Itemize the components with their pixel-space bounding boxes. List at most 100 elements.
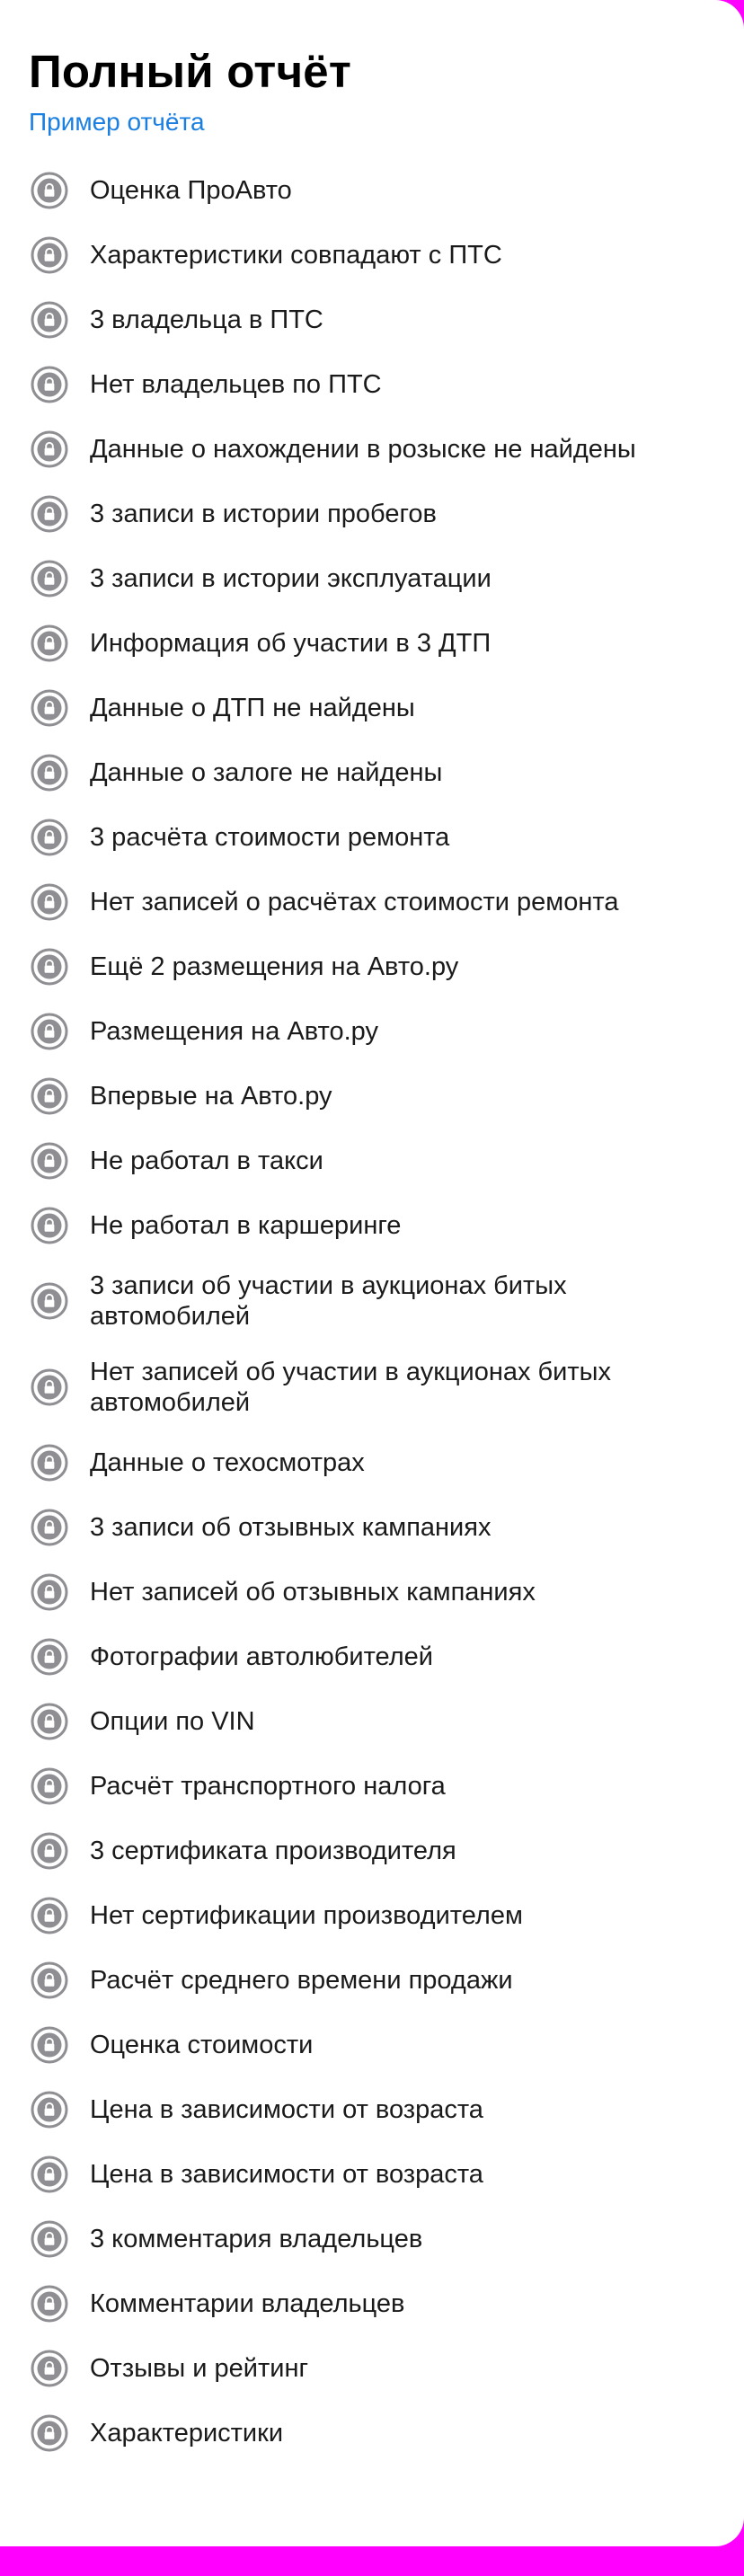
lock-icon	[31, 689, 68, 727]
feature-item: 3 записи в истории эксплуатации	[29, 546, 715, 611]
lock-icon	[31, 1832, 68, 1870]
lock-icon	[31, 301, 68, 339]
page-title: Полный отчёт	[29, 46, 352, 97]
feature-item: Нет сертификации производителем	[29, 1883, 715, 1948]
feature-label: Данные о нахождении в розыске не найдены	[90, 435, 636, 464]
feature-label: Ещё 2 размещения на Авто.ру	[90, 952, 459, 981]
feature-item: Оценка стоимости	[29, 2013, 715, 2077]
feature-label: Данные о залоге не найдены	[90, 758, 443, 787]
feature-label: Фотографии автолюбителей	[90, 1642, 433, 1671]
feature-label: Отзывы и рейтинг	[90, 2354, 309, 2383]
lock-icon	[31, 1509, 68, 1546]
feature-label: 3 комментария владельцев	[90, 2225, 423, 2253]
lock-icon	[31, 2414, 68, 2452]
feature-label: Впервые на Авто.ру	[90, 1082, 332, 1111]
report-features-list: Оценка ПроАвто Характеристики совпадают …	[29, 158, 715, 2465]
feature-label: Расчёт транспортного налога	[90, 1772, 446, 1801]
lock-icon	[31, 2156, 68, 2193]
feature-label: Данные о техосмотрах	[90, 1448, 365, 1477]
feature-label: Цена в зависимости от возраста	[90, 2160, 483, 2189]
feature-item: Данные о ДТП не найдены	[29, 676, 715, 740]
lock-icon	[31, 172, 68, 209]
feature-item: 3 расчёта стоимости ремонта	[29, 805, 715, 870]
feature-item: Комментарии владельцев	[29, 2271, 715, 2336]
feature-item: Оценка ПроАвто	[29, 158, 715, 223]
feature-item: 3 записи в истории пробегов	[29, 482, 715, 546]
lock-icon	[31, 819, 68, 856]
feature-label: Данные о ДТП не найдены	[90, 694, 415, 722]
lock-icon	[31, 948, 68, 986]
lock-icon	[31, 2350, 68, 2387]
feature-label: 3 записи в истории эксплуатации	[90, 564, 492, 593]
lock-icon	[31, 624, 68, 662]
feature-label: Не работал в такси	[90, 1146, 323, 1175]
lock-icon	[31, 754, 68, 792]
feature-item: Размещения на Авто.ру	[29, 999, 715, 1064]
feature-item: Расчёт среднего времени продажи	[29, 1948, 715, 2013]
feature-item: Не работал в каршеринге	[29, 1193, 715, 1258]
lock-icon	[31, 1444, 68, 1482]
feature-item: 3 комментария владельцев	[29, 2207, 715, 2271]
feature-item: Отзывы и рейтинг	[29, 2336, 715, 2401]
feature-label: Опции по VIN	[90, 1707, 255, 1736]
lock-icon	[31, 366, 68, 403]
feature-item: Нет записей о расчётах стоимости ремонта	[29, 870, 715, 934]
lock-icon	[31, 1767, 68, 1805]
feature-item: Информация об участии в 3 ДТП	[29, 611, 715, 676]
feature-label: Цена в зависимости от возраста	[90, 2095, 483, 2124]
feature-label: Нет сертификации производителем	[90, 1901, 523, 1930]
feature-item: Характеристики	[29, 2401, 715, 2465]
feature-label: Не работал в каршеринге	[90, 1211, 402, 1240]
feature-label: Информация об участии в 3 ДТП	[90, 629, 492, 658]
lock-icon	[31, 560, 68, 598]
feature-item: Ещё 2 размещения на Авто.ру	[29, 934, 715, 999]
lock-icon	[31, 1573, 68, 1611]
lock-icon	[31, 1282, 68, 1320]
feature-item: Характеристики совпадают с ПТС	[29, 223, 715, 288]
feature-label: Размещения на Авто.ру	[90, 1017, 378, 1046]
lock-icon	[31, 1638, 68, 1676]
lock-icon	[31, 2091, 68, 2129]
feature-label: Характеристики совпадают с ПТС	[90, 241, 502, 270]
feature-label: Характеристики	[90, 2419, 284, 2448]
lock-icon	[31, 1961, 68, 1999]
feature-label: 3 записи об участии в аукционах битых ав…	[90, 1271, 567, 1331]
lock-icon	[31, 2220, 68, 2258]
feature-item: Цена в зависимости от возраста	[29, 2077, 715, 2142]
feature-label: Расчёт среднего времени продажи	[90, 1966, 513, 1995]
lock-icon	[31, 2026, 68, 2064]
lock-icon	[31, 430, 68, 468]
feature-item: Не работал в такси	[29, 1129, 715, 1193]
feature-item: Данные о залоге не найдены	[29, 740, 715, 805]
lock-icon	[31, 1368, 68, 1406]
feature-label: Нет записей об участии в аукционах битых…	[90, 1358, 611, 1417]
lock-icon	[31, 2285, 68, 2323]
feature-item: Данные о техосмотрах	[29, 1430, 715, 1495]
feature-item: Данные о нахождении в розыске не найдены	[29, 417, 715, 482]
feature-label: Нет владельцев по ПТС	[90, 370, 382, 399]
sample-report-link[interactable]: Пример отчёта	[29, 106, 205, 138]
feature-label: Нет записей о расчётах стоимости ремонта	[90, 888, 619, 916]
feature-item: 3 сертификата производителя	[29, 1819, 715, 1883]
full-report-card: Полный отчёт Пример отчёта Оценка ПроАвт…	[0, 0, 744, 2546]
feature-item: Цена в зависимости от возраста	[29, 2142, 715, 2207]
feature-item: Нет записей об участии в аукционах битых…	[29, 1344, 715, 1430]
lock-icon	[31, 495, 68, 533]
feature-item: Расчёт транспортного налога	[29, 1754, 715, 1819]
feature-item: Фотографии автолюбителей	[29, 1624, 715, 1689]
lock-icon	[31, 1703, 68, 1740]
lock-icon	[31, 883, 68, 921]
feature-label: 3 записи в истории пробегов	[90, 500, 437, 528]
feature-label: 3 расчёта стоимости ремонта	[90, 823, 450, 852]
lock-icon	[31, 1142, 68, 1180]
feature-label: Оценка ПроАвто	[90, 176, 292, 205]
lock-icon	[31, 236, 68, 274]
feature-item: 3 записи об участии в аукционах битых ав…	[29, 1258, 715, 1344]
feature-label: Комментарии владельцев	[90, 2289, 405, 2318]
lock-icon	[31, 1013, 68, 1050]
feature-label: Нет записей об отзывных кампаниях	[90, 1578, 536, 1607]
feature-item: 3 записи об отзывных кампаниях	[29, 1495, 715, 1560]
feature-item: 3 владельца в ПТС	[29, 288, 715, 352]
feature-item: Опции по VIN	[29, 1689, 715, 1754]
feature-item: Нет записей об отзывных кампаниях	[29, 1560, 715, 1624]
